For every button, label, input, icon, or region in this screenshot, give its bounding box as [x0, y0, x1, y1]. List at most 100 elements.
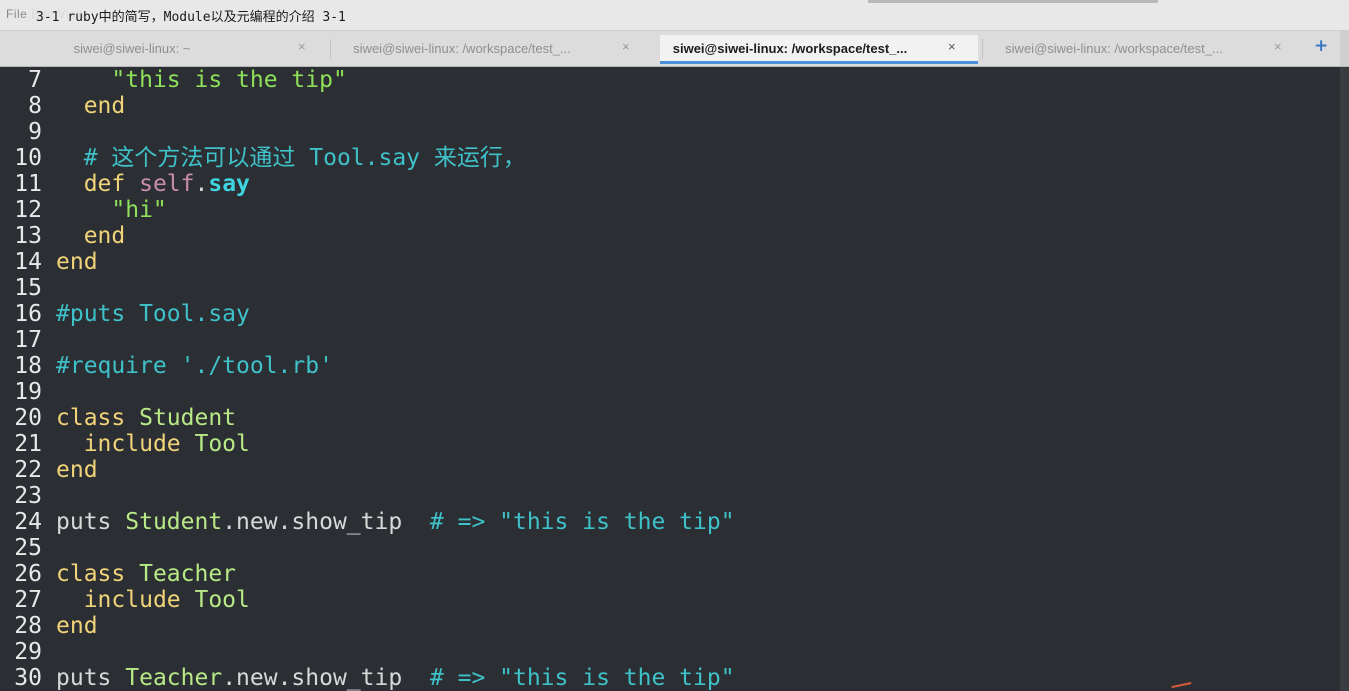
code-token: Tool	[194, 431, 250, 457]
code-line[interactable]: 23	[0, 483, 1340, 509]
title-bar: File Edit View 3-1 ruby中的简写，Module以及元编程的…	[0, 0, 1349, 31]
tab-divider	[982, 39, 983, 59]
video-title-overlay: 3-1 ruby中的简写，Module以及元编程的介绍 3-1	[32, 6, 350, 25]
close-icon[interactable]: ×	[622, 39, 630, 54]
code-text: "hi"	[56, 197, 166, 223]
code-token: .	[194, 171, 209, 197]
code-line[interactable]: 27 include Tool	[0, 587, 1340, 613]
code-text: include Tool	[56, 431, 250, 457]
code-line[interactable]: 8 end	[0, 93, 1340, 119]
code-line[interactable]: 26 class Teacher	[0, 561, 1340, 587]
code-line[interactable]: 14 end	[0, 249, 1340, 275]
code-text: end	[56, 457, 98, 483]
code-text: def self.say	[56, 171, 250, 197]
code-token: Student	[139, 405, 237, 431]
code-token: say	[208, 171, 250, 197]
code-text: #puts Tool.say	[56, 301, 250, 327]
line-number: 10	[14, 145, 42, 171]
code-token: .new.show_tip	[222, 665, 430, 691]
line-number: 27	[14, 587, 42, 613]
code-line[interactable]: 16 #puts Tool.say	[0, 301, 1340, 327]
code-line[interactable]: 7 "this is the tip"	[0, 67, 1340, 93]
code-line[interactable]: 21 include Tool	[0, 431, 1340, 457]
line-number: 8	[28, 93, 42, 119]
code-text: puts Teacher.new.show_tip # => "this is …	[56, 665, 735, 691]
line-number: 25	[14, 535, 42, 561]
code-line[interactable]: 30 puts Teacher.new.show_tip # => "this i…	[0, 665, 1340, 691]
code-line[interactable]: 18 #require './tool.rb'	[0, 353, 1340, 379]
code-text: end	[56, 613, 98, 639]
code-line[interactable]: 20 class Student	[0, 405, 1340, 431]
add-tab-icon[interactable]: +	[1314, 36, 1328, 56]
line-number: 22	[14, 457, 42, 483]
code-editor[interactable]: 7 "this is the tip" 8 end 9 10 # 这个方法可以通过 T…	[0, 67, 1340, 691]
tab-label: siwei@siwei-linux: /workspace/test_...	[1005, 41, 1223, 56]
tab-workspace-3[interactable]: siwei@siwei-linux: /workspace/test_... ×	[984, 35, 1306, 64]
tab-label: siwei@siwei-linux: /workspace/test_...	[672, 41, 908, 56]
line-number: 11	[14, 171, 42, 197]
tab-label: siwei@siwei-linux: ~	[73, 41, 191, 56]
line-number: 19	[14, 379, 42, 405]
line-number: 15	[14, 275, 42, 301]
code-text: end	[56, 93, 126, 119]
line-number: 13	[14, 223, 42, 249]
code-line[interactable]: 11 def self.say	[0, 171, 1340, 197]
line-number: 23	[14, 483, 42, 509]
close-icon[interactable]: ×	[1274, 39, 1282, 54]
code-token: end	[83, 223, 126, 249]
tab-workspace-2-active[interactable]: siwei@siwei-linux: /workspace/test_... ×	[660, 35, 978, 64]
tab-workspace-1[interactable]: siwei@siwei-linux: /workspace/test_... ×	[332, 35, 654, 64]
line-number: 21	[14, 431, 42, 457]
code-line[interactable]: 13 end	[0, 223, 1340, 249]
code-text: class Teacher	[56, 561, 236, 587]
code-line[interactable]: 25	[0, 535, 1340, 561]
code-token: Tool	[194, 587, 250, 613]
line-number: 7	[28, 67, 42, 93]
line-number: 12	[14, 197, 42, 223]
code-token: "this is the tip"	[111, 67, 347, 93]
code-token: include	[83, 431, 195, 457]
tab-home[interactable]: siwei@siwei-linux: ~ ×	[2, 35, 324, 64]
code-line[interactable]: 10 # 这个方法可以通过 Tool.say 来运行，	[0, 145, 1340, 171]
code-token: Teacher	[139, 561, 237, 587]
code-token: #puts Tool.say	[56, 301, 250, 327]
editor-scrollbar[interactable]	[1340, 67, 1349, 691]
code-line[interactable]: 19	[0, 379, 1340, 405]
code-line[interactable]: 9	[0, 119, 1340, 145]
code-line[interactable]: 17	[0, 327, 1340, 353]
code-line[interactable]: 22 end	[0, 457, 1340, 483]
code-token: puts	[56, 509, 126, 535]
code-token: Teacher	[125, 665, 223, 691]
code-token: def	[83, 171, 140, 197]
terminal-tab-strip: siwei@siwei-linux: ~ × siwei@siwei-linux…	[0, 31, 1349, 67]
line-number: 28	[14, 613, 42, 639]
close-icon[interactable]: ×	[948, 39, 956, 54]
code-token: end	[56, 613, 98, 639]
code-token: self	[139, 171, 195, 197]
code-token: class	[56, 561, 140, 587]
code-line[interactable]: 12 "hi"	[0, 197, 1340, 223]
code-text: include Tool	[56, 587, 250, 613]
code-token: # => "this is the tip"	[429, 509, 735, 535]
code-token: class	[56, 405, 140, 431]
code-line[interactable]: 24 puts Student.new.show_tip # => "this i…	[0, 509, 1340, 535]
code-line[interactable]: 28 end	[0, 613, 1340, 639]
line-number: 9	[28, 119, 42, 145]
code-line[interactable]: 15	[0, 275, 1340, 301]
line-number: 29	[14, 639, 42, 665]
code-line[interactable]: 29	[0, 639, 1340, 665]
code-token: end	[56, 457, 98, 483]
code-token: .new.show_tip	[222, 509, 430, 535]
close-icon[interactable]: ×	[298, 39, 306, 54]
line-number: 18	[14, 353, 42, 379]
code-token: puts	[56, 665, 126, 691]
line-number: 16	[14, 301, 42, 327]
code-token: #require './tool.rb'	[56, 353, 333, 379]
